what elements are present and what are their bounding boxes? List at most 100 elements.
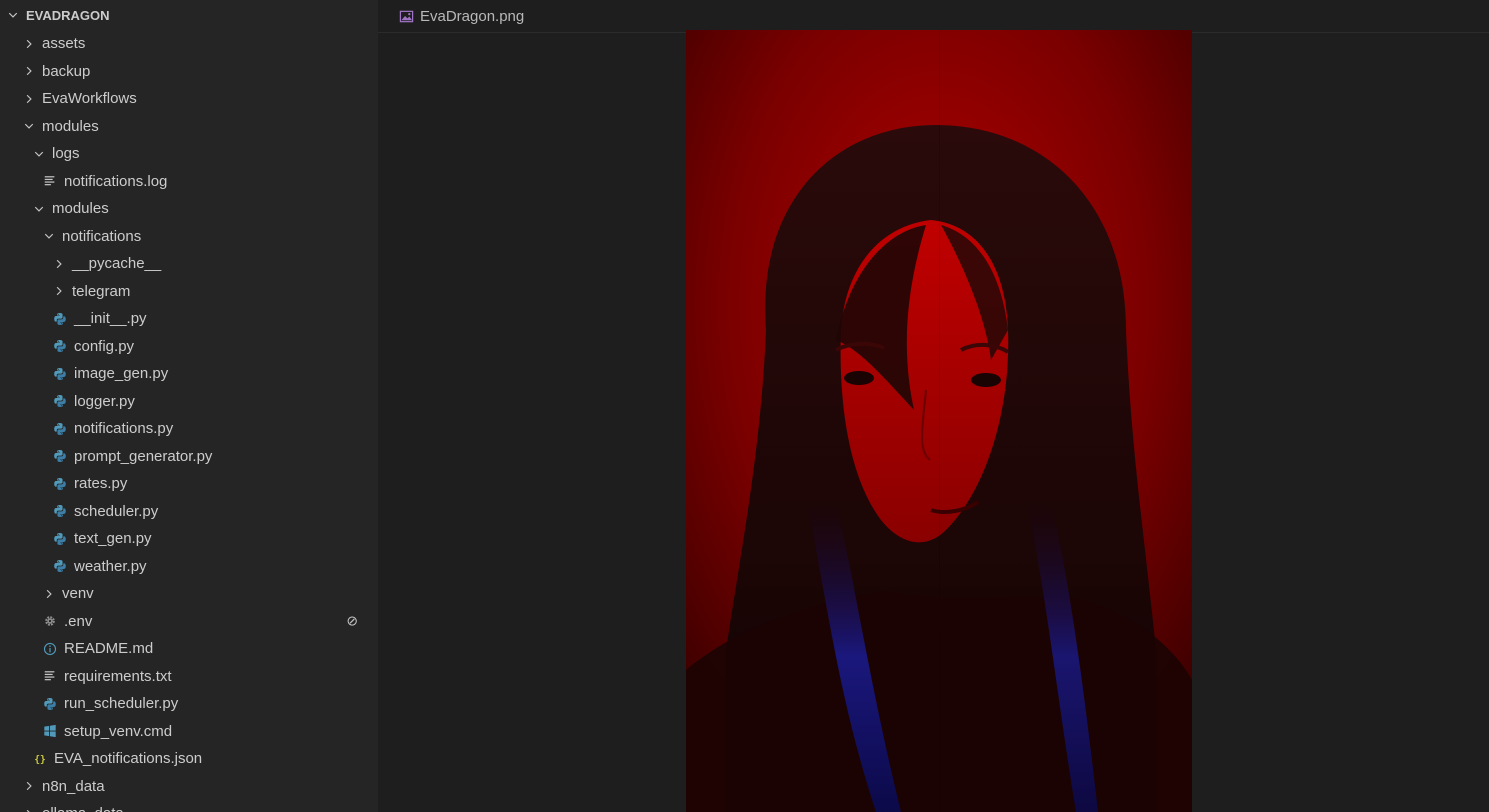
chevron-right-icon xyxy=(22,779,36,793)
tree-item-label: requirements.txt xyxy=(64,667,172,685)
tree-file-setup-venv-cmd[interactable]: setup_venv.cmd xyxy=(0,718,378,746)
tree-item-label: prompt_generator.py xyxy=(74,447,213,465)
tree-item-label: notifications.log xyxy=(64,172,168,190)
tree-item-label: image_gen.py xyxy=(74,365,169,383)
tree-item-label: setup_venv.cmd xyxy=(64,722,173,740)
tree-file-prompt-generator-py[interactable]: prompt_generator.py xyxy=(0,443,378,471)
tree-item-label: assets xyxy=(42,35,86,53)
tree-item-label: __pycache__ xyxy=(72,255,162,273)
tree-item-label: ollama_data xyxy=(42,805,124,812)
tree-item-label: venv xyxy=(62,585,94,603)
tree-file-logger-py[interactable]: logger.py xyxy=(0,388,378,416)
info-icon xyxy=(42,641,58,657)
python-icon xyxy=(52,476,68,492)
tree-folder-modules[interactable]: modules xyxy=(0,113,378,141)
chevron-down-icon xyxy=(22,119,36,133)
chevron-down-icon xyxy=(32,147,46,161)
lines-icon xyxy=(42,173,58,189)
tree-item-label: logger.py xyxy=(74,392,135,410)
tree-item-label: EvaWorkflows xyxy=(42,90,137,108)
tree-item-label: modules xyxy=(52,200,109,218)
tree-file-eva-notifications-json[interactable]: {} EVA_notifications.json xyxy=(0,745,378,773)
tree-item-label: scheduler.py xyxy=(74,502,159,520)
python-icon xyxy=(42,696,58,712)
chevron-down-icon xyxy=(42,229,56,243)
tree-file-requirements-txt[interactable]: requirements.txt xyxy=(0,663,378,691)
windows-icon xyxy=(42,723,58,739)
chevron-right-icon xyxy=(22,37,36,51)
tree-folder-notifications[interactable]: notifications xyxy=(0,223,378,251)
python-icon xyxy=(52,503,68,519)
chevron-right-icon xyxy=(22,64,36,78)
tree-file-image-gen-py[interactable]: image_gen.py xyxy=(0,360,378,388)
tree-item-label: text_gen.py xyxy=(74,530,152,548)
python-icon xyxy=(52,338,68,354)
python-icon xyxy=(52,393,68,409)
tree-item-label: notifications xyxy=(62,227,142,245)
tree-item-label: rates.py xyxy=(74,475,128,493)
tree-file-config-py[interactable]: config.py xyxy=(0,333,378,361)
editor-tab-bar: EvaDragon.png xyxy=(378,0,1489,33)
tree-folder-backup[interactable]: backup xyxy=(0,58,378,86)
editor-tab-evadragon-png[interactable]: EvaDragon.png xyxy=(398,0,524,32)
image-preview xyxy=(686,30,1192,812)
tree-item-label: config.py xyxy=(74,337,135,355)
editor-tab-label: EvaDragon.png xyxy=(420,7,525,25)
chevron-right-icon xyxy=(42,587,56,601)
tree-item-label: weather.py xyxy=(74,557,147,575)
tree-folder-modules[interactable]: modules xyxy=(0,195,378,223)
tree-item-label: __init__.py xyxy=(74,310,147,328)
tree-folder-telegram[interactable]: telegram xyxy=(0,278,378,306)
explorer-root-label: EVADRAGON xyxy=(26,7,110,23)
chevron-down-icon xyxy=(6,8,20,22)
tree-folder-pycache[interactable]: __pycache__ xyxy=(0,250,378,278)
tree-file-readme-md[interactable]: README.md xyxy=(0,635,378,663)
tree-file-notifications-py[interactable]: notifications.py xyxy=(0,415,378,443)
tree-file-rates-py[interactable]: rates.py xyxy=(0,470,378,498)
gear-icon xyxy=(42,613,58,629)
photo-eye-right xyxy=(971,373,1001,387)
chevron-right-icon xyxy=(52,284,66,298)
python-icon xyxy=(52,366,68,382)
tree-item-label: logs xyxy=(52,145,80,163)
tree-item-label: n8n_data xyxy=(42,777,105,795)
tree-folder-assets[interactable]: assets xyxy=(0,30,378,58)
file-tree: assets backup EvaWorkflows modules logs notif… xyxy=(0,30,378,812)
chevron-right-icon xyxy=(22,807,36,812)
tree-item-label: notifications.py xyxy=(74,420,174,438)
lines-icon xyxy=(42,668,58,684)
chevron-down-icon xyxy=(32,202,46,216)
tree-item-label: README.md xyxy=(64,640,154,658)
tree-folder-evaworkflows[interactable]: EvaWorkflows xyxy=(0,85,378,113)
python-icon xyxy=(52,531,68,547)
python-icon xyxy=(52,558,68,574)
tree-item-label: .env xyxy=(64,612,93,630)
editor-area: EvaDragon.png xyxy=(378,0,1489,812)
tree-file-run-scheduler-py[interactable]: run_scheduler.py xyxy=(0,690,378,718)
python-icon xyxy=(52,448,68,464)
tree-item-label: run_scheduler.py xyxy=(64,695,179,713)
tree-file-env[interactable]: .env ⊘ xyxy=(0,608,378,636)
tree-file-weather-py[interactable]: weather.py xyxy=(0,553,378,581)
tree-folder-ollama-data[interactable]: ollama_data xyxy=(0,800,378,812)
explorer-sidebar: EVADRAGON assets backup EvaWorkflows module… xyxy=(0,0,378,812)
tree-file-init-py[interactable]: __init__.py xyxy=(0,305,378,333)
ignored-badge-icon: ⊘ xyxy=(346,612,358,629)
tree-file-scheduler-py[interactable]: scheduler.py xyxy=(0,498,378,526)
chevron-right-icon xyxy=(22,92,36,106)
image-file-icon xyxy=(398,8,414,24)
tree-file-text-gen-py[interactable]: text_gen.py xyxy=(0,525,378,553)
tree-folder-logs[interactable]: logs xyxy=(0,140,378,168)
tree-item-label: modules xyxy=(42,117,99,135)
python-icon xyxy=(52,421,68,437)
json-icon: {} xyxy=(32,751,48,767)
explorer-root-folder[interactable]: EVADRAGON xyxy=(0,0,378,30)
tree-folder-n8n-data[interactable]: n8n_data xyxy=(0,773,378,801)
tree-folder-venv[interactable]: venv xyxy=(0,580,378,608)
python-icon xyxy=(52,311,68,327)
tree-item-label: backup xyxy=(42,62,91,80)
photo-eye-left xyxy=(844,371,874,385)
chevron-right-icon xyxy=(52,257,66,271)
tree-file-notifications-log[interactable]: notifications.log xyxy=(0,168,378,196)
tree-item-label: telegram xyxy=(72,282,131,300)
